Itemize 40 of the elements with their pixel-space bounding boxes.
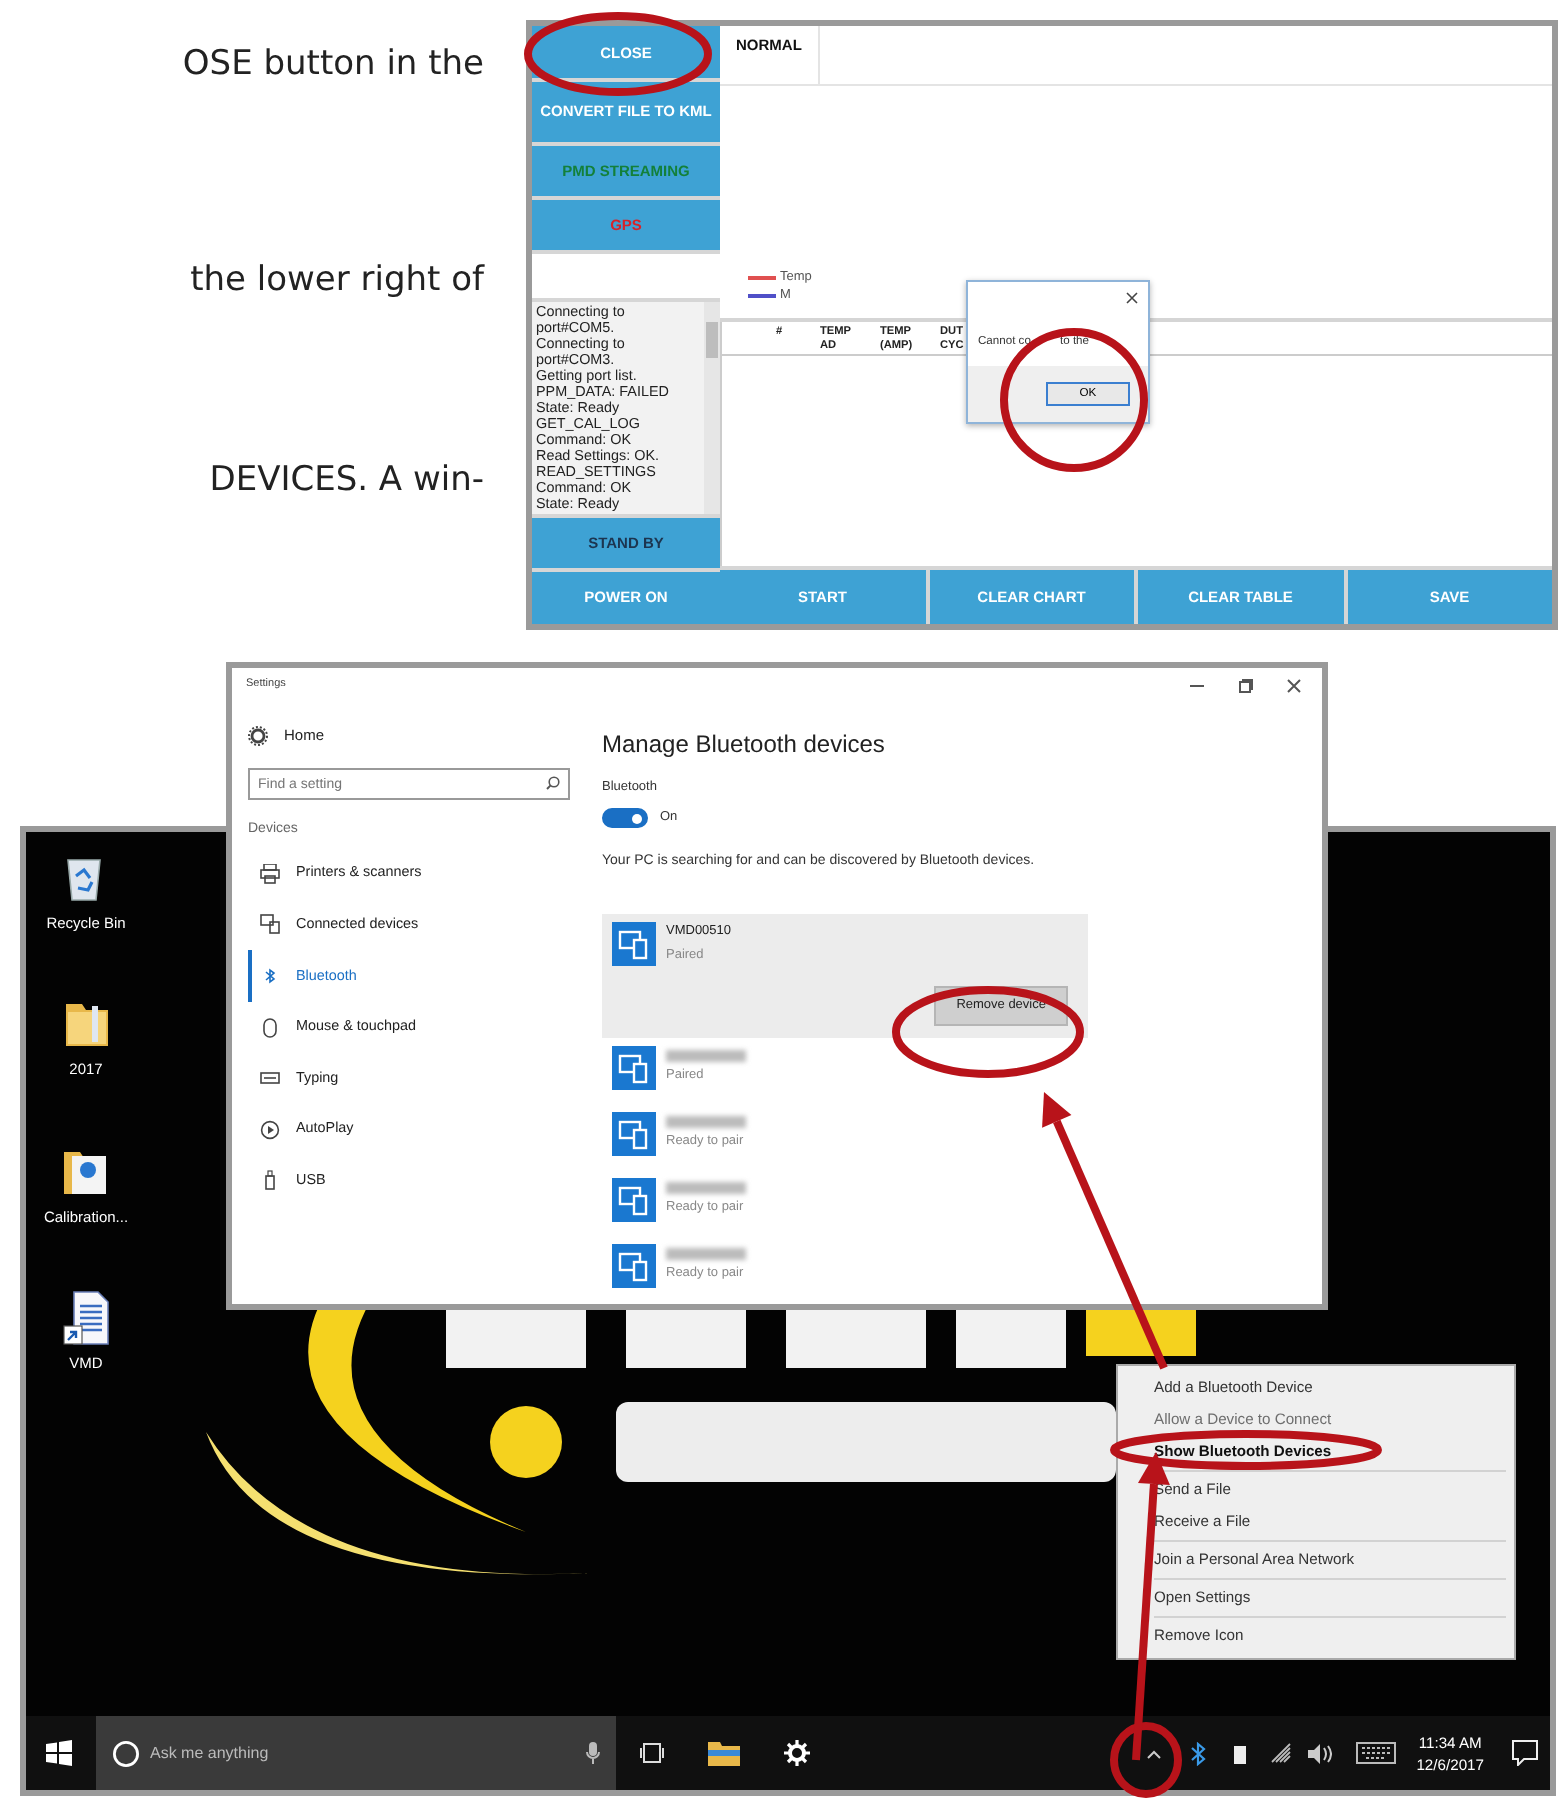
search-field[interactable]: Ask me anything [96, 1716, 616, 1790]
close-icon[interactable] [1126, 292, 1138, 304]
battery-icon[interactable] [1234, 1743, 1247, 1763]
notification-icon[interactable] [1512, 1740, 1538, 1766]
device-icon [612, 921, 656, 966]
search-icon [546, 776, 560, 790]
settings-icon[interactable] [784, 1740, 810, 1766]
device-icon [612, 1243, 656, 1287]
microphone-icon[interactable] [586, 1742, 600, 1764]
body-text: DEVICES. A win- [209, 458, 484, 504]
device-icon [612, 1111, 656, 1155]
blurred-text [666, 1115, 746, 1127]
blurred-text [666, 1181, 746, 1193]
folder-icon[interactable] [708, 1740, 740, 1766]
scrollbar[interactable] [704, 302, 720, 515]
chevron-up-icon[interactable] [1146, 1747, 1163, 1759]
document-icon[interactable] [59, 1287, 113, 1346]
body-text: OSE button in the [182, 42, 484, 88]
autoplay-icon [260, 1119, 280, 1140]
bluetooth-icon [260, 965, 280, 986]
page-heading: Manage Bluetooth devices [602, 728, 887, 762]
usb-icon [260, 1170, 280, 1191]
blurred-text [666, 1049, 746, 1061]
gear-icon [248, 726, 268, 746]
keyboard-icon [260, 1068, 280, 1089]
highlight-ellipse [1110, 1722, 1182, 1798]
search-icon [112, 1739, 140, 1767]
printer-icon [260, 863, 280, 884]
device-icon [612, 1045, 656, 1089]
bluetooth-icon[interactable] [1190, 1741, 1207, 1765]
keyboard-icon[interactable] [1356, 1742, 1397, 1764]
mouse-icon [260, 1017, 280, 1038]
blurred-text [666, 1247, 746, 1259]
task-view-icon[interactable] [640, 1742, 664, 1764]
devices-icon [260, 914, 280, 935]
device-icon [612, 1177, 656, 1221]
body-text: the lower right of [190, 258, 484, 304]
windows-icon[interactable] [46, 1740, 72, 1766]
toggle-switch[interactable] [602, 807, 648, 828]
volume-icon[interactable] [1308, 1743, 1333, 1763]
